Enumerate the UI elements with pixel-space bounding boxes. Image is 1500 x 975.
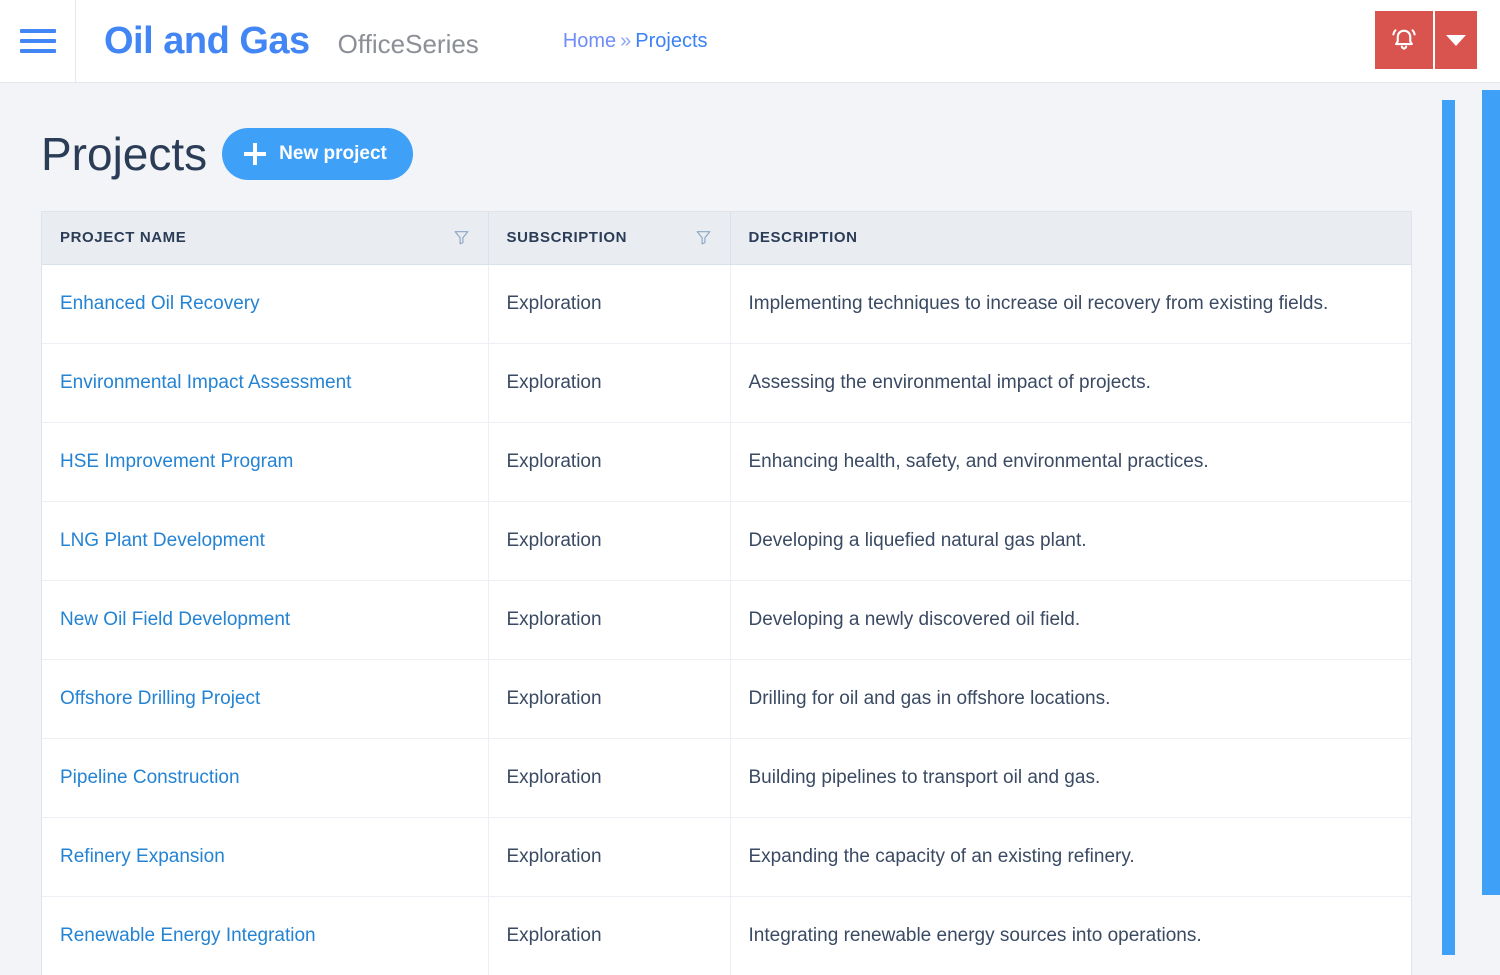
brand-area: Oil and Gas OfficeSeries bbox=[76, 22, 479, 60]
cell-project-name: Environmental Impact Assessment bbox=[42, 343, 489, 423]
cell-project-name: HSE Improvement Program bbox=[42, 422, 489, 502]
cell-subscription: Exploration bbox=[488, 580, 731, 660]
table-row: LNG Plant Development Exploration Developi… bbox=[42, 501, 1411, 581]
new-project-button-label: New project bbox=[279, 143, 387, 164]
cell-subscription: Exploration bbox=[488, 738, 731, 818]
notification-dropdown-button[interactable] bbox=[1433, 11, 1477, 69]
cell-description: Assessing the environmental impact of pr… bbox=[730, 343, 1411, 423]
project-name-link[interactable]: Pipeline Construction bbox=[60, 767, 240, 788]
project-name-link[interactable]: LNG Plant Development bbox=[60, 530, 265, 551]
cell-project-name: Offshore Drilling Project bbox=[42, 659, 489, 739]
page-scrollbar-thumb[interactable] bbox=[1482, 90, 1500, 895]
plus-icon bbox=[244, 143, 267, 165]
cell-description: Enhancing health, safety, and environmen… bbox=[730, 422, 1411, 502]
column-header-label: PROJECT NAME bbox=[60, 229, 187, 247]
cell-project-name: LNG Plant Development bbox=[42, 501, 489, 581]
caret-down-icon bbox=[1446, 34, 1466, 46]
notification-button[interactable] bbox=[1375, 11, 1433, 69]
projects-table-container: PROJECT NAME SUBSCRIPTION DESCRIPTION En… bbox=[41, 211, 1412, 975]
cell-subscription: Exploration bbox=[488, 659, 731, 739]
column-header-label: SUBSCRIPTION bbox=[506, 229, 628, 247]
table-row: Refinery Expansion Exploration Expanding t… bbox=[42, 817, 1411, 897]
project-name-link[interactable]: Renewable Energy Integration bbox=[60, 925, 316, 946]
column-header-label: DESCRIPTION bbox=[748, 229, 858, 247]
cell-subscription: Exploration bbox=[488, 264, 731, 344]
cell-description: Developing a liquefied natural gas plant… bbox=[730, 501, 1411, 581]
breadcrumb-item-home[interactable]: Home bbox=[563, 30, 616, 52]
table-row: Renewable Energy Integration Exploration I… bbox=[42, 896, 1411, 975]
project-name-link[interactable]: Refinery Expansion bbox=[60, 846, 225, 867]
table-body: Enhanced Oil Recovery Exploration Implemen… bbox=[42, 264, 1411, 975]
cell-subscription: Exploration bbox=[488, 343, 731, 423]
bell-icon bbox=[1392, 29, 1416, 50]
breadcrumb-item-projects[interactable]: Projects bbox=[635, 30, 707, 52]
table-row: HSE Improvement Program Exploration Enhanc… bbox=[42, 422, 1411, 502]
column-header-description[interactable]: DESCRIPTION bbox=[730, 212, 1411, 265]
cell-subscription: Exploration bbox=[488, 896, 731, 975]
brand-subtitle: OfficeSeries bbox=[337, 29, 479, 59]
cell-description: Expanding the capacity of an existing re… bbox=[730, 817, 1411, 897]
new-project-button[interactable]: New project bbox=[222, 128, 413, 180]
hamburger-menu-icon[interactable] bbox=[0, 0, 76, 83]
project-name-link[interactable]: Environmental Impact Assessment bbox=[60, 372, 351, 393]
column-header-subscription[interactable]: SUBSCRIPTION bbox=[488, 212, 731, 265]
cell-subscription: Exploration bbox=[488, 501, 731, 581]
table-header: PROJECT NAME SUBSCRIPTION DESCRIPTION bbox=[42, 212, 1411, 265]
cell-project-name: Pipeline Construction bbox=[42, 738, 489, 818]
cell-project-name: Refinery Expansion bbox=[42, 817, 489, 897]
cell-description: Implementing techniques to increase oil … bbox=[730, 264, 1411, 344]
topbar-actions bbox=[1375, 11, 1477, 69]
cell-description: Developing a newly discovered oil field. bbox=[730, 580, 1411, 660]
project-name-link[interactable]: HSE Improvement Program bbox=[60, 451, 293, 472]
hamburger-bar bbox=[19, 39, 56, 43]
table-row: Enhanced Oil Recovery Exploration Implemen… bbox=[42, 264, 1411, 344]
breadcrumb: Home» Projects bbox=[563, 31, 708, 51]
cell-description: Integrating renewable energy sources int… bbox=[730, 896, 1411, 975]
column-header-project-name[interactable]: PROJECT NAME bbox=[42, 212, 489, 265]
page-content: Projects New project PROJECT NAME SUBSCR… bbox=[0, 83, 1500, 975]
page-title: Projects bbox=[41, 128, 208, 180]
page-header: Projects New project bbox=[0, 83, 1500, 180]
top-navigation-bar: Oil and Gas OfficeSeries Home» Projects bbox=[0, 0, 1500, 83]
cell-description: Drilling for oil and gas in offshore loc… bbox=[730, 659, 1411, 739]
cell-project-name: New Oil Field Development bbox=[42, 580, 489, 660]
filter-funnel-icon[interactable] bbox=[453, 229, 470, 246]
cell-subscription: Exploration bbox=[488, 817, 731, 897]
table-row: Pipeline Construction Exploration Building… bbox=[42, 738, 1411, 818]
project-name-link[interactable]: Offshore Drilling Project bbox=[60, 688, 260, 709]
table-row: Offshore Drilling Project Exploration Dril… bbox=[42, 659, 1411, 739]
hamburger-bar bbox=[19, 49, 56, 53]
breadcrumb-separator-icon: » bbox=[620, 30, 632, 52]
table-row: Environmental Impact Assessment Explorati… bbox=[42, 343, 1411, 423]
projects-table: PROJECT NAME SUBSCRIPTION DESCRIPTION En… bbox=[42, 212, 1411, 975]
cell-project-name: Renewable Energy Integration bbox=[42, 896, 489, 975]
project-name-link[interactable]: New Oil Field Development bbox=[60, 609, 290, 630]
table-row: New Oil Field Development Exploration Deve… bbox=[42, 580, 1411, 660]
brand-title: Oil and Gas bbox=[104, 20, 310, 62]
hamburger-bar bbox=[19, 29, 56, 33]
cell-subscription: Exploration bbox=[488, 422, 731, 502]
table-header-row: PROJECT NAME SUBSCRIPTION DESCRIPTION bbox=[42, 212, 1411, 265]
project-name-link[interactable]: Enhanced Oil Recovery bbox=[60, 293, 260, 314]
cell-project-name: Enhanced Oil Recovery bbox=[42, 264, 489, 344]
cell-description: Building pipelines to transport oil and … bbox=[730, 738, 1411, 818]
inner-scrollbar-thumb[interactable] bbox=[1442, 100, 1455, 955]
filter-funnel-icon[interactable] bbox=[695, 229, 712, 246]
